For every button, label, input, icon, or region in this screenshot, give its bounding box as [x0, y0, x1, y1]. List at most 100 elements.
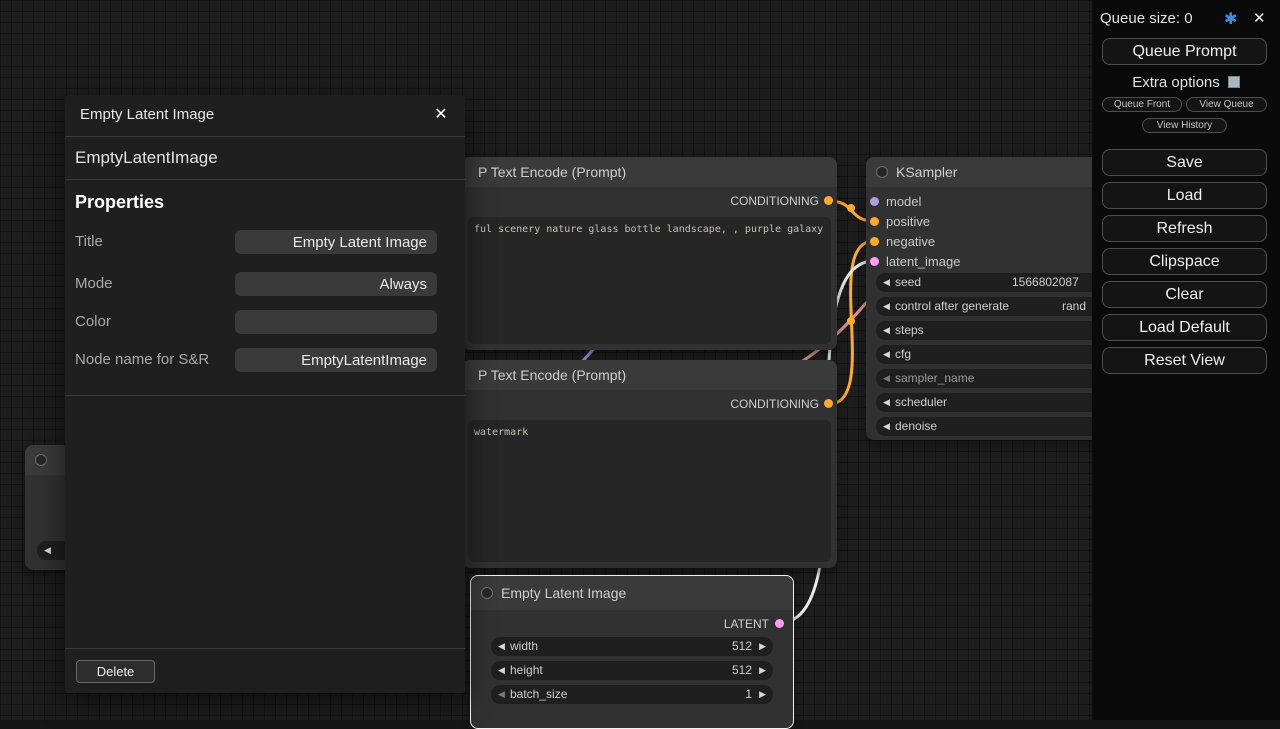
decrement-arrow-icon[interactable]: ◀: [498, 661, 505, 680]
increment-arrow-icon[interactable]: ▶: [759, 685, 766, 704]
property-label: Mode: [75, 271, 113, 297]
decrement-arrow-icon[interactable]: ◀: [498, 685, 505, 704]
conditioning-output-slot[interactable]: [824, 196, 833, 205]
conditioning-output-slot[interactable]: [824, 399, 833, 408]
widget-value: 512: [732, 637, 752, 656]
title-field[interactable]: Empty Latent Image: [235, 230, 437, 254]
widget-label: cfg: [895, 345, 911, 364]
node-header: P Text Encode (Prompt): [462, 157, 837, 187]
close-menu-icon[interactable]: ✕: [1253, 9, 1266, 27]
input-row-latent-image: latent_image: [870, 253, 960, 269]
node-title: KSampler: [896, 164, 957, 180]
empty-latent-image-node[interactable]: Empty Latent Image LATENT ◀ width 512 ▶ …: [470, 575, 794, 729]
collapse-dot-icon[interactable]: [35, 454, 47, 466]
latent-output-label: LATENT: [724, 616, 769, 632]
view-queue-button[interactable]: View Queue: [1186, 97, 1267, 112]
decrement-arrow-icon[interactable]: ◀: [44, 541, 51, 560]
prompt-text-widget[interactable]: ful scenery nature glass bottle landscap…: [468, 217, 831, 344]
color-field[interactable]: [235, 310, 437, 334]
latent-image-input-slot[interactable]: [870, 257, 879, 266]
decrement-arrow-icon[interactable]: ◀: [498, 637, 505, 656]
divider: [65, 136, 465, 137]
divider: [65, 395, 465, 396]
queue-front-button[interactable]: Queue Front: [1102, 97, 1182, 112]
node-header: Empty Latent Image: [471, 576, 793, 610]
widget-value: rand: [1062, 297, 1086, 316]
property-label: Title: [75, 229, 103, 255]
decrement-arrow-icon[interactable]: ◀: [883, 369, 890, 388]
load-button[interactable]: Load: [1102, 182, 1267, 209]
collapse-dot-icon[interactable]: [876, 166, 888, 178]
snr-name-field[interactable]: EmptyLatentImage: [235, 348, 437, 372]
queue-size-label: Queue size: 0: [1100, 10, 1193, 27]
mode-field[interactable]: Always: [235, 272, 437, 296]
save-button[interactable]: Save: [1102, 149, 1267, 176]
input-row-positive: positive: [870, 213, 930, 229]
decrement-arrow-icon[interactable]: ◀: [883, 417, 890, 436]
clip-text-encode-node-2[interactable]: P Text Encode (Prompt) CONDITIONING wate…: [462, 360, 837, 568]
widget-label: batch_size: [510, 685, 567, 704]
decrement-arrow-icon[interactable]: ◀: [883, 345, 890, 364]
comfyui-menu-panel: Queue size: 0 ✱ ✕ Queue Prompt Extra opt…: [1092, 0, 1280, 720]
close-icon[interactable]: ✕: [429, 103, 453, 127]
width-widget[interactable]: ◀ width 512 ▶: [491, 637, 773, 656]
node-title: Empty Latent Image: [501, 585, 626, 601]
widget-label: denoise: [895, 417, 937, 436]
widget-value: 1566802087: [1012, 273, 1079, 292]
panel-title: Empty Latent Image: [80, 95, 214, 135]
property-row-snr-name: Node name for S&R EmptyLatentImage: [65, 347, 465, 373]
input-row-negative: negative: [870, 233, 935, 249]
conditioning-output-label: CONDITIONING: [730, 193, 819, 209]
field-value: Always: [379, 276, 427, 293]
load-default-button[interactable]: Load Default: [1102, 314, 1267, 341]
node-title: P Text Encode (Prompt): [462, 164, 626, 180]
clip-text-encode-node-1[interactable]: P Text Encode (Prompt) CONDITIONING ful …: [462, 157, 837, 350]
widget-label: control after generate: [895, 297, 1009, 316]
increment-arrow-icon[interactable]: ▶: [759, 637, 766, 656]
field-value: EmptyLatentImage: [301, 352, 427, 369]
settings-icon[interactable]: ✱: [1224, 9, 1237, 29]
input-row-model: model: [870, 193, 921, 209]
model-input-slot[interactable]: [870, 197, 879, 206]
decrement-arrow-icon[interactable]: ◀: [883, 297, 890, 316]
widget-label: height: [510, 661, 543, 680]
refresh-button[interactable]: Refresh: [1102, 215, 1267, 242]
batch-size-widget[interactable]: ◀ batch_size 1 ▶: [491, 685, 773, 704]
node-type-name: EmptyLatentImage: [75, 142, 218, 174]
prompt-text: watermark: [474, 427, 528, 438]
field-value: Empty Latent Image: [293, 234, 427, 251]
collapse-dot-icon[interactable]: [481, 587, 493, 599]
clipspace-button[interactable]: Clipspace: [1102, 248, 1267, 275]
conditioning-output-label: CONDITIONING: [730, 396, 819, 412]
property-label: Color: [75, 309, 111, 335]
property-row-title: Title Empty Latent Image: [65, 229, 465, 255]
height-widget[interactable]: ◀ height 512 ▶: [491, 661, 773, 680]
delete-button[interactable]: Delete: [76, 660, 155, 683]
decrement-arrow-icon[interactable]: ◀: [883, 273, 890, 292]
properties-section-title: Properties: [75, 187, 164, 217]
prompt-text-widget[interactable]: watermark: [468, 420, 831, 562]
reset-view-button[interactable]: Reset View: [1102, 347, 1267, 374]
node-title: P Text Encode (Prompt): [462, 367, 626, 383]
queue-prompt-button[interactable]: Queue Prompt: [1102, 38, 1267, 65]
decrement-arrow-icon[interactable]: ◀: [883, 393, 890, 412]
property-row-color: Color: [65, 309, 465, 335]
property-label: Node name for S&R: [75, 347, 209, 373]
extra-options-checkbox[interactable]: [1228, 76, 1240, 88]
view-history-button[interactable]: View History: [1142, 118, 1227, 133]
clear-button[interactable]: Clear: [1102, 281, 1267, 308]
extra-options-row: Extra options: [1102, 74, 1270, 90]
latent-output-slot[interactable]: [775, 619, 784, 628]
input-label: model: [886, 194, 921, 209]
input-label: latent_image: [886, 254, 960, 269]
widget-label: seed: [895, 273, 921, 292]
widget-label: scheduler: [895, 393, 947, 412]
divider: [65, 179, 465, 180]
increment-arrow-icon[interactable]: ▶: [759, 661, 766, 680]
decrement-arrow-icon[interactable]: ◀: [883, 321, 890, 340]
negative-input-slot[interactable]: [870, 237, 879, 246]
extra-options-label: Extra options: [1132, 74, 1220, 91]
positive-input-slot[interactable]: [870, 217, 879, 226]
widget-value: 1: [745, 685, 752, 704]
input-label: positive: [886, 214, 930, 229]
